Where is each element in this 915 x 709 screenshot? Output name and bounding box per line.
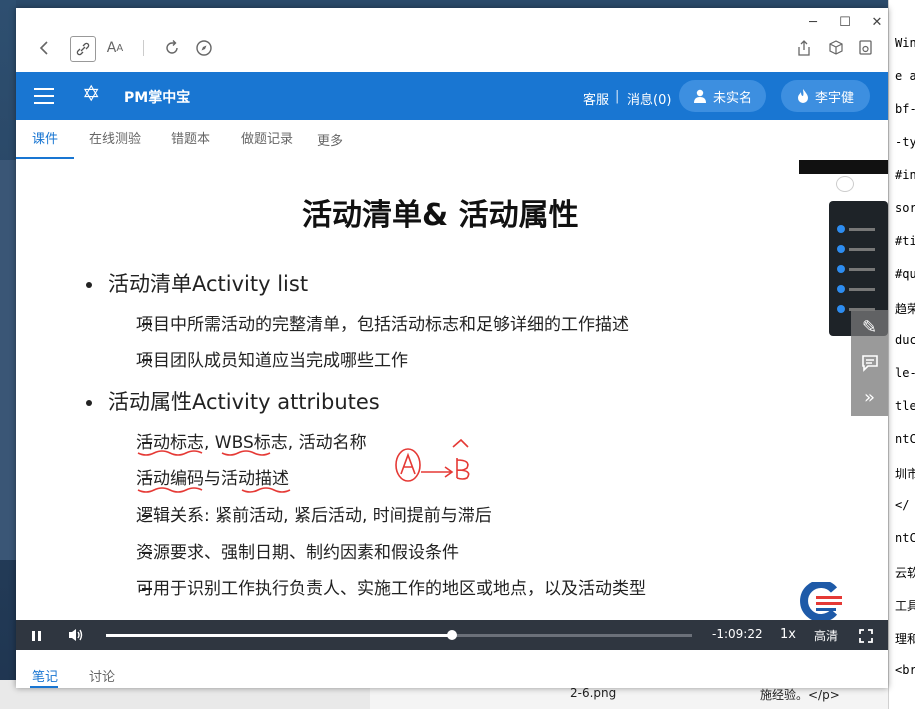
annotation-arrow	[421, 466, 454, 478]
screenshot-icon[interactable]	[856, 38, 876, 58]
user-icon	[694, 89, 706, 103]
tab-notes[interactable]: 笔记	[32, 666, 58, 685]
background-file-name: 2-6.png	[570, 686, 617, 700]
side-toolbar: ✎ »	[851, 310, 888, 416]
annotation-letter-a	[400, 452, 416, 475]
background-code-line: 工具	[895, 599, 915, 613]
background-code-line: 趋荣	[895, 302, 915, 316]
share-icon[interactable]	[794, 38, 814, 58]
video-slide[interactable]: 活动清单& 活动属性 活动清单Activity list 项目中所需活动的完整清…	[16, 160, 888, 620]
user-profile-button[interactable]: 李宇健	[781, 80, 871, 112]
background-code-line: duc	[895, 333, 915, 347]
watermark-logo	[836, 176, 854, 192]
tab-discussion[interactable]: 讨论	[89, 666, 115, 685]
background-code-line: #qu	[895, 267, 915, 281]
header-separator: |	[615, 89, 620, 104]
slide-sub-bullet: 资源要求、强制日期、制约因素和假设条件	[136, 538, 459, 563]
background-code-line: e all	[895, 69, 915, 83]
background-code-line: <br	[895, 663, 915, 677]
annotation-underline	[137, 487, 203, 493]
webcam-thumbnail	[799, 160, 888, 174]
background-code-line: Win	[895, 36, 915, 50]
quality-button[interactable]: 高清	[814, 627, 838, 644]
notes-tabs: 笔记 讨论	[16, 650, 888, 688]
remaining-time: -1:09:22	[712, 627, 763, 641]
font-size-icon[interactable]: AA	[104, 38, 126, 58]
background-code-line: -ty	[895, 135, 915, 149]
annotation-caret	[452, 438, 469, 448]
background-code-line: le-	[895, 366, 915, 380]
refresh-icon[interactable]	[162, 38, 182, 58]
background-code-line: </	[895, 498, 910, 512]
background-code-editor: Win e all bf- -ty #in sor #ti #qu 趋荣 duc le-tle ntC…	[888, 0, 915, 709]
app-header: ✡ PM掌中宝 客服 | 消息(0) 未实名 李宇健	[16, 72, 888, 120]
annotation-underline	[137, 450, 203, 456]
background-code-line: tle	[895, 399, 915, 413]
annotation-underline	[221, 450, 271, 456]
active-bottom-tab-indicator	[30, 686, 58, 688]
app-brand: PM掌中宝	[124, 90, 191, 106]
background-code-line: #ti	[895, 234, 915, 248]
background-code-line: ntC	[895, 531, 915, 545]
pause-icon[interactable]	[30, 628, 44, 642]
cube-icon[interactable]	[826, 38, 846, 58]
tab-answer-history[interactable]: 做题记录	[241, 128, 293, 147]
active-tab-indicator	[16, 157, 74, 159]
background-code-line: bf-	[895, 102, 915, 116]
star-of-david-icon: ✡	[82, 82, 101, 107]
background-code-line: ntC	[895, 432, 915, 446]
maximize-button[interactable]: ☐	[832, 12, 858, 32]
slide-sub-bullet-text: 可用于识别工作执行负责人、实施工作的地区或地点，以及活动类型	[136, 579, 646, 599]
background-code-line: sor	[895, 201, 915, 215]
course-tabs: 课件 在线测验 错题本 做题记录 更多	[16, 120, 888, 161]
verify-identity-button[interactable]: 未实名	[679, 80, 767, 112]
verify-identity-label: 未实名	[713, 90, 753, 106]
background-code-line: 圳市	[895, 467, 915, 481]
link-icon[interactable]	[70, 36, 96, 62]
tab-online-quiz[interactable]: 在线测验	[89, 128, 141, 147]
slide-sub-bullet: 可用于识别工作执行负责人、实施工作的地区或地点，以及活动类型	[136, 574, 646, 599]
close-button[interactable]: ✕	[864, 12, 890, 32]
background-code-tail: 施经验。</p>	[760, 688, 840, 702]
handwritten-annotation	[137, 438, 470, 493]
tab-courseware[interactable]: 课件	[32, 128, 58, 147]
pencil-icon[interactable]: ✎	[851, 310, 888, 345]
century-logo	[800, 582, 842, 620]
title-bar: ─ ☐ ✕ AA	[16, 8, 888, 72]
expand-icon[interactable]: »	[851, 380, 888, 415]
fullscreen-icon[interactable]	[859, 628, 873, 643]
service-link[interactable]: 客服	[583, 89, 609, 108]
flame-icon	[798, 89, 808, 103]
menu-icon[interactable]	[34, 88, 54, 104]
annotation-underline	[241, 487, 291, 493]
minimize-button[interactable]: ─	[800, 12, 826, 32]
video-progress-bar[interactable]	[106, 630, 692, 640]
back-icon[interactable]	[34, 38, 54, 58]
volume-icon[interactable]	[67, 627, 85, 643]
desktop-background-strip	[0, 160, 16, 560]
compass-icon[interactable]	[194, 38, 214, 58]
slide-sub-bullet-text: 资源要求、强制日期、制约因素和假设条件	[136, 543, 459, 563]
messages-link[interactable]: 消息(0)	[627, 89, 671, 108]
background-code-line: #in	[895, 168, 915, 182]
video-progress-fill	[106, 634, 452, 637]
playback-speed-button[interactable]: 1x	[780, 627, 796, 642]
browser-window: ─ ☐ ✕ AA ✡ PM掌中宝 客服 | 消息(0) 未实名 李宇健 课件 在…	[16, 8, 888, 688]
comment-icon[interactable]	[851, 345, 888, 380]
annotation-letter-b	[456, 458, 470, 480]
toolbar-divider	[143, 40, 144, 56]
background-code-line: 云软	[895, 566, 915, 580]
tab-more[interactable]: 更多	[317, 130, 343, 149]
video-progress-knob[interactable]	[446, 630, 457, 640]
user-name: 李宇健	[815, 90, 855, 106]
video-player-controls: -1:09:22 1x 高清	[16, 620, 888, 650]
tab-wrong-questions[interactable]: 错题本	[171, 128, 210, 147]
background-code-line: 理和	[895, 632, 915, 646]
